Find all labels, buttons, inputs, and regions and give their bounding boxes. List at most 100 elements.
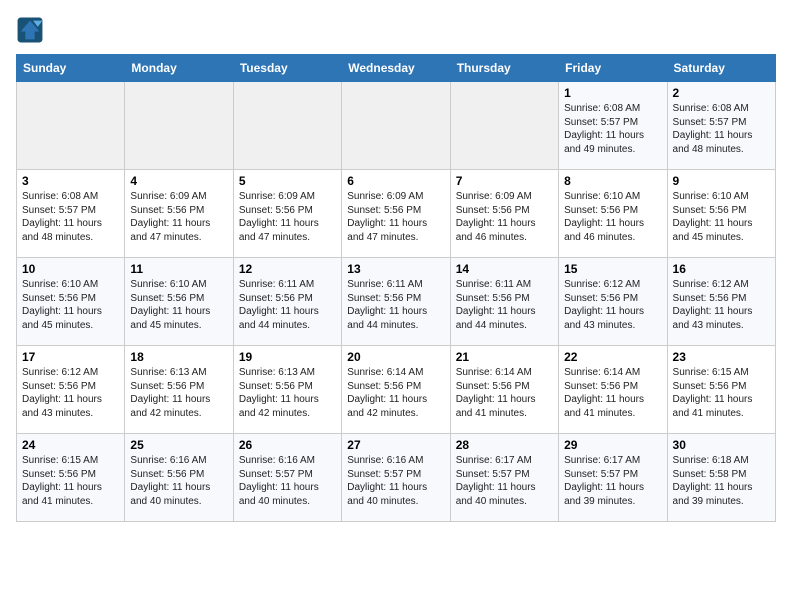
day-number: 14 [456,262,553,276]
day-number: 13 [347,262,444,276]
calendar-cell: 7 Sunrise: 6:09 AM Sunset: 5:56 PM Daylig… [450,170,558,258]
day-number: 1 [564,86,661,100]
day-info: Sunrise: 6:14 AM Sunset: 5:56 PM Dayligh… [347,366,444,420]
weekday-header-tuesday: Tuesday [233,55,341,82]
day-info: Sunrise: 6:16 AM Sunset: 5:57 PM Dayligh… [239,454,336,508]
day-info: Sunrise: 6:13 AM Sunset: 5:56 PM Dayligh… [239,366,336,420]
calendar-cell: 28 Sunrise: 6:17 AM Sunset: 5:57 PM Dayli… [450,434,558,522]
calendar-cell: 25 Sunrise: 6:16 AM Sunset: 5:56 PM Dayli… [125,434,233,522]
calendar-cell: 12 Sunrise: 6:11 AM Sunset: 5:56 PM Dayli… [233,258,341,346]
day-number: 3 [22,174,119,188]
weekday-header-saturday: Saturday [667,55,775,82]
calendar-cell: 2 Sunrise: 6:08 AM Sunset: 5:57 PM Daylig… [667,82,775,170]
day-number: 26 [239,438,336,452]
day-info: Sunrise: 6:15 AM Sunset: 5:56 PM Dayligh… [22,454,119,508]
day-number: 8 [564,174,661,188]
day-number: 16 [673,262,770,276]
calendar-cell: 8 Sunrise: 6:10 AM Sunset: 5:56 PM Daylig… [559,170,667,258]
day-info: Sunrise: 6:09 AM Sunset: 5:56 PM Dayligh… [456,190,553,244]
day-number: 20 [347,350,444,364]
calendar-cell [125,82,233,170]
day-info: Sunrise: 6:11 AM Sunset: 5:56 PM Dayligh… [239,278,336,332]
calendar-cell [450,82,558,170]
day-number: 11 [130,262,227,276]
day-info: Sunrise: 6:10 AM Sunset: 5:56 PM Dayligh… [564,190,661,244]
calendar-cell [233,82,341,170]
day-number: 22 [564,350,661,364]
page-header [16,16,776,44]
day-number: 29 [564,438,661,452]
calendar-cell: 5 Sunrise: 6:09 AM Sunset: 5:56 PM Daylig… [233,170,341,258]
calendar-cell: 9 Sunrise: 6:10 AM Sunset: 5:56 PM Daylig… [667,170,775,258]
calendar-cell: 24 Sunrise: 6:15 AM Sunset: 5:56 PM Dayli… [17,434,125,522]
day-number: 7 [456,174,553,188]
day-info: Sunrise: 6:16 AM Sunset: 5:56 PM Dayligh… [130,454,227,508]
calendar-cell: 29 Sunrise: 6:17 AM Sunset: 5:57 PM Dayli… [559,434,667,522]
day-info: Sunrise: 6:08 AM Sunset: 5:57 PM Dayligh… [564,102,661,156]
day-number: 9 [673,174,770,188]
day-info: Sunrise: 6:08 AM Sunset: 5:57 PM Dayligh… [673,102,770,156]
day-info: Sunrise: 6:11 AM Sunset: 5:56 PM Dayligh… [456,278,553,332]
day-number: 19 [239,350,336,364]
day-info: Sunrise: 6:08 AM Sunset: 5:57 PM Dayligh… [22,190,119,244]
calendar-cell: 4 Sunrise: 6:09 AM Sunset: 5:56 PM Daylig… [125,170,233,258]
day-number: 23 [673,350,770,364]
day-number: 15 [564,262,661,276]
calendar-cell: 21 Sunrise: 6:14 AM Sunset: 5:56 PM Dayli… [450,346,558,434]
day-number: 12 [239,262,336,276]
day-number: 2 [673,86,770,100]
day-number: 21 [456,350,553,364]
calendar-cell: 23Sunrise: 6:15 AM Sunset: 5:56 PM Dayli… [667,346,775,434]
day-number: 27 [347,438,444,452]
day-info: Sunrise: 6:17 AM Sunset: 5:57 PM Dayligh… [456,454,553,508]
weekday-header-friday: Friday [559,55,667,82]
day-number: 4 [130,174,227,188]
calendar-cell: 6 Sunrise: 6:09 AM Sunset: 5:56 PM Daylig… [342,170,450,258]
day-info: Sunrise: 6:12 AM Sunset: 5:56 PM Dayligh… [673,278,770,332]
day-number: 5 [239,174,336,188]
day-number: 30 [673,438,770,452]
calendar-cell: 1 Sunrise: 6:08 AM Sunset: 5:57 PM Daylig… [559,82,667,170]
day-info: Sunrise: 6:17 AM Sunset: 5:57 PM Dayligh… [564,454,661,508]
calendar-cell: 18 Sunrise: 6:13 AM Sunset: 5:56 PM Dayli… [125,346,233,434]
calendar-cell [17,82,125,170]
calendar-table: SundayMondayTuesdayWednesdayThursdayFrid… [16,54,776,522]
day-number: 24 [22,438,119,452]
day-number: 17 [22,350,119,364]
day-number: 10 [22,262,119,276]
calendar-cell: 27 Sunrise: 6:16 AM Sunset: 5:57 PM Dayli… [342,434,450,522]
weekday-header-thursday: Thursday [450,55,558,82]
day-number: 28 [456,438,553,452]
logo-icon [16,16,44,44]
day-info: Sunrise: 6:16 AM Sunset: 5:57 PM Dayligh… [347,454,444,508]
day-number: 18 [130,350,227,364]
calendar-cell: 19 Sunrise: 6:13 AM Sunset: 5:56 PM Dayli… [233,346,341,434]
day-info: Sunrise: 6:12 AM Sunset: 5:56 PM Dayligh… [22,366,119,420]
day-info: Sunrise: 6:10 AM Sunset: 5:56 PM Dayligh… [130,278,227,332]
calendar-cell: 26 Sunrise: 6:16 AM Sunset: 5:57 PM Dayli… [233,434,341,522]
day-info: Sunrise: 6:10 AM Sunset: 5:56 PM Dayligh… [673,190,770,244]
calendar-cell: 11 Sunrise: 6:10 AM Sunset: 5:56 PM Dayli… [125,258,233,346]
calendar-cell: 3 Sunrise: 6:08 AM Sunset: 5:57 PM Daylig… [17,170,125,258]
day-info: Sunrise: 6:12 AM Sunset: 5:56 PM Dayligh… [564,278,661,332]
day-info: Sunrise: 6:09 AM Sunset: 5:56 PM Dayligh… [347,190,444,244]
calendar-cell: 13 Sunrise: 6:11 AM Sunset: 5:56 PM Dayli… [342,258,450,346]
day-info: Sunrise: 6:18 AM Sunset: 5:58 PM Dayligh… [673,454,770,508]
day-info: Sunrise: 6:14 AM Sunset: 5:56 PM Dayligh… [564,366,661,420]
day-number: 25 [130,438,227,452]
day-info: Sunrise: 6:10 AM Sunset: 5:56 PM Dayligh… [22,278,119,332]
calendar-cell: 16 Sunrise: 6:12 AM Sunset: 5:56 PM Dayli… [667,258,775,346]
day-info: Sunrise: 6:13 AM Sunset: 5:56 PM Dayligh… [130,366,227,420]
day-info: Sunrise: 6:14 AM Sunset: 5:56 PM Dayligh… [456,366,553,420]
weekday-header-wednesday: Wednesday [342,55,450,82]
day-info: Sunrise: 6:09 AM Sunset: 5:56 PM Dayligh… [239,190,336,244]
day-info: Sunrise: 6:09 AM Sunset: 5:56 PM Dayligh… [130,190,227,244]
day-info: Sunrise: 6:11 AM Sunset: 5:56 PM Dayligh… [347,278,444,332]
calendar-cell: 20 Sunrise: 6:14 AM Sunset: 5:56 PM Dayli… [342,346,450,434]
calendar-cell: 17 Sunrise: 6:12 AM Sunset: 5:56 PM Dayli… [17,346,125,434]
weekday-header-sunday: Sunday [17,55,125,82]
logo [16,16,48,44]
day-number: 6 [347,174,444,188]
calendar-cell: 22 Sunrise: 6:14 AM Sunset: 5:56 PM Dayli… [559,346,667,434]
calendar-cell: 14 Sunrise: 6:11 AM Sunset: 5:56 PM Dayli… [450,258,558,346]
